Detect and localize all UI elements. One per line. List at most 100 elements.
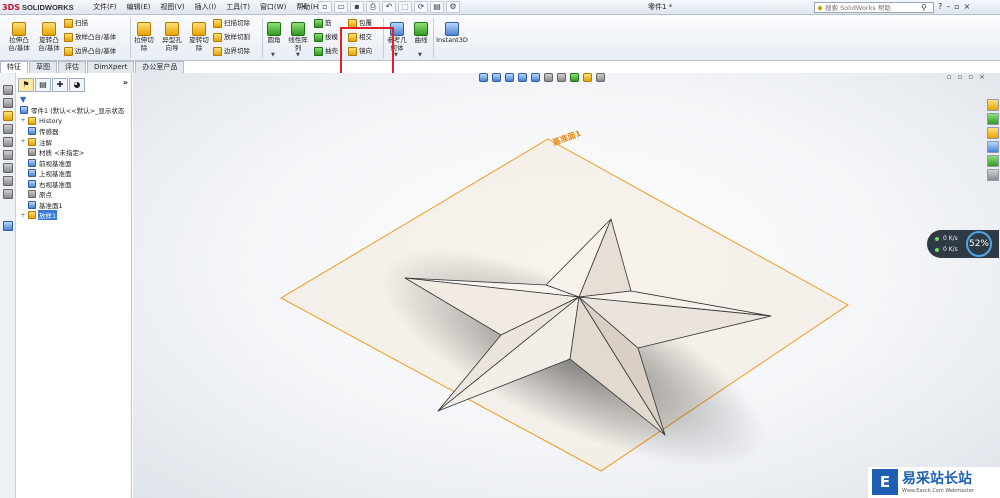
expand-panel-icon[interactable]: » bbox=[123, 78, 128, 87]
menu-insert[interactable]: 插入(I) bbox=[190, 2, 222, 13]
reference-geometry-dropdown-icon[interactable]: ▼ bbox=[394, 52, 398, 58]
view-orientation-icon[interactable] bbox=[531, 73, 540, 82]
hide-show-items-icon[interactable] bbox=[557, 73, 566, 82]
linear-pattern-button[interactable]: 线性阵 列 bbox=[286, 22, 310, 52]
revolve-cut-button[interactable]: 旋转切 除 bbox=[187, 22, 211, 52]
revolve-boss-button[interactable]: 旋转凸 台/基体 bbox=[34, 22, 64, 52]
design-library-icon[interactable] bbox=[987, 113, 999, 125]
extrude-boss-button[interactable]: 拉伸凸 台/基体 bbox=[4, 22, 34, 52]
extrude-cut-button[interactable]: 拉伸切 除 bbox=[132, 22, 156, 52]
circle-tool-icon[interactable] bbox=[3, 137, 13, 147]
file-properties-icon[interactable]: ▤ bbox=[430, 1, 444, 13]
loft-boss-button[interactable]: 放样凸台/基体 bbox=[64, 33, 116, 42]
view-palette-icon[interactable] bbox=[987, 141, 999, 153]
minimize-icon[interactable]: – bbox=[946, 1, 950, 13]
tree-item-origin[interactable]: 原点 bbox=[18, 189, 132, 200]
menu-tools[interactable]: 工具(T) bbox=[221, 2, 255, 13]
menu-view[interactable]: 视图(V) bbox=[155, 2, 189, 13]
section-view-icon[interactable] bbox=[518, 73, 527, 82]
menu-file[interactable]: 文件(F) bbox=[88, 2, 122, 13]
tab-dimxpert[interactable]: DimXpert bbox=[87, 61, 135, 73]
boundary-boss-button[interactable]: 边界凸台/基体 bbox=[64, 47, 116, 56]
edit-appearance-icon[interactable] bbox=[570, 73, 579, 82]
select-icon[interactable]: ⬚ bbox=[398, 1, 412, 13]
open-folder-icon[interactable]: ▭ bbox=[334, 1, 348, 13]
spline-tool-icon[interactable] bbox=[3, 163, 13, 173]
doc-close-icon[interactable]: × bbox=[979, 73, 985, 81]
property-manager-tab-icon[interactable]: ▤ bbox=[35, 78, 51, 92]
undo-icon[interactable]: ↶ bbox=[382, 1, 396, 13]
apply-scene-icon[interactable] bbox=[583, 73, 592, 82]
zoom-to-area-icon[interactable] bbox=[492, 73, 501, 82]
tab-evaluate[interactable]: 评估 bbox=[58, 61, 86, 73]
offset-tool-icon[interactable] bbox=[3, 189, 13, 199]
boundary-cut-button[interactable]: 边界切除 bbox=[213, 47, 250, 56]
doc-maximize-icon[interactable]: ▫ bbox=[968, 73, 973, 81]
draft-button[interactable]: 拔模 bbox=[314, 33, 338, 42]
tree-expand-icon[interactable]: + bbox=[20, 138, 26, 145]
menu-edit[interactable]: 编辑(E) bbox=[122, 2, 156, 13]
tab-sketch[interactable]: 草图 bbox=[29, 61, 57, 73]
solidworks-resources-icon[interactable] bbox=[987, 99, 999, 111]
help-icon[interactable]: ? bbox=[938, 1, 942, 13]
print-icon[interactable]: ⎙ bbox=[366, 1, 380, 13]
tree-item-sensors[interactable]: 传感器 bbox=[18, 126, 132, 137]
view-settings-icon[interactable] bbox=[596, 73, 605, 82]
curves-dropdown-icon[interactable]: ▼ bbox=[418, 52, 422, 58]
appearances-icon[interactable] bbox=[987, 155, 999, 167]
trim-tool-icon[interactable] bbox=[3, 176, 13, 186]
tree-item-front-plane[interactable]: 前视基准面 bbox=[18, 158, 132, 169]
doc-restore-icon[interactable]: ▫ bbox=[958, 73, 963, 81]
instant3d-button[interactable]: Instant3D bbox=[435, 22, 469, 45]
previous-view-icon[interactable] bbox=[505, 73, 514, 82]
tree-item-material[interactable]: 材质 <未指定> bbox=[18, 147, 132, 158]
shell-button[interactable]: 抽壳 bbox=[314, 47, 338, 56]
search-input[interactable] bbox=[825, 3, 921, 12]
tree-expand-icon[interactable]: + bbox=[20, 212, 26, 219]
appearance-tab-icon[interactable]: ◕ bbox=[69, 78, 85, 92]
tab-features[interactable]: 特征 bbox=[0, 61, 28, 73]
menu-pin-icon[interactable]: ⇲ bbox=[300, 2, 306, 10]
tree-expand-icon[interactable]: + bbox=[20, 117, 26, 124]
custom-properties-icon[interactable] bbox=[987, 169, 999, 181]
tree-item-annotations[interactable]: + 注解 bbox=[18, 137, 132, 148]
menu-window[interactable]: 窗口(W) bbox=[255, 2, 291, 13]
doc-minimize-icon[interactable]: ▫ bbox=[947, 73, 952, 81]
fillet-dropdown-icon[interactable]: ▼ bbox=[271, 52, 275, 58]
tab-office-products[interactable]: 办公室产品 bbox=[135, 61, 185, 73]
app-logo[interactable]: 3DS SOLIDWORKS bbox=[2, 1, 76, 14]
save-icon[interactable]: ▪ bbox=[350, 1, 364, 13]
search-icon[interactable]: ⚲ bbox=[921, 3, 927, 12]
tree-item-plane-1[interactable]: 基准面1 bbox=[18, 200, 132, 211]
options-icon[interactable]: ⚙ bbox=[446, 1, 460, 13]
search-box[interactable]: ◆ ⚲ bbox=[814, 2, 934, 13]
rib-button[interactable]: 筋 bbox=[314, 19, 332, 28]
hole-wizard-button[interactable]: 异型孔 向导 bbox=[159, 22, 185, 52]
configuration-tab-icon[interactable]: ✚ bbox=[52, 78, 68, 92]
new-document-icon[interactable]: ▫ bbox=[318, 1, 332, 13]
sweep-button[interactable]: 扫描 bbox=[64, 19, 88, 28]
display-icon[interactable] bbox=[3, 221, 13, 231]
curves-button[interactable]: 曲线 bbox=[411, 22, 431, 45]
filter-icon[interactable]: ▼ bbox=[20, 95, 26, 104]
swept-cut-button[interactable]: 扫描切除 bbox=[213, 19, 250, 28]
rectangle-tool-icon[interactable] bbox=[3, 124, 13, 134]
tree-item-top-plane[interactable]: 上视基准面 bbox=[18, 168, 132, 179]
tree-root[interactable]: 零件1 (默认<<默认>_显示状态 bbox=[18, 105, 132, 116]
graphics-area[interactable]: 基准面1 ▫ ▫ ▫ × 0 K/s 0 K/s 52% bbox=[133, 73, 1000, 498]
close-icon[interactable]: × bbox=[964, 1, 971, 13]
lofted-cut-button[interactable]: 放样切割 bbox=[213, 33, 250, 42]
fillet-button[interactable]: 圆角 bbox=[264, 22, 284, 45]
smart-dimension-icon[interactable] bbox=[3, 98, 13, 108]
feature-tree-tab-icon[interactable]: ⚑ bbox=[18, 78, 34, 92]
pattern-dropdown-icon[interactable]: ▼ bbox=[296, 52, 300, 58]
zoom-to-fit-icon[interactable] bbox=[479, 73, 488, 82]
sketch-tool-icon[interactable] bbox=[3, 85, 13, 95]
tree-item-history[interactable]: + History bbox=[18, 116, 132, 127]
tree-item-right-plane[interactable]: 右视基准面 bbox=[18, 179, 132, 190]
tree-item-loft-1[interactable]: + 放样1 bbox=[18, 210, 132, 221]
file-explorer-icon[interactable] bbox=[987, 127, 999, 139]
arc-tool-icon[interactable] bbox=[3, 150, 13, 160]
rebuild-icon[interactable]: ⟳ bbox=[414, 1, 428, 13]
line-tool-icon[interactable] bbox=[3, 111, 13, 121]
